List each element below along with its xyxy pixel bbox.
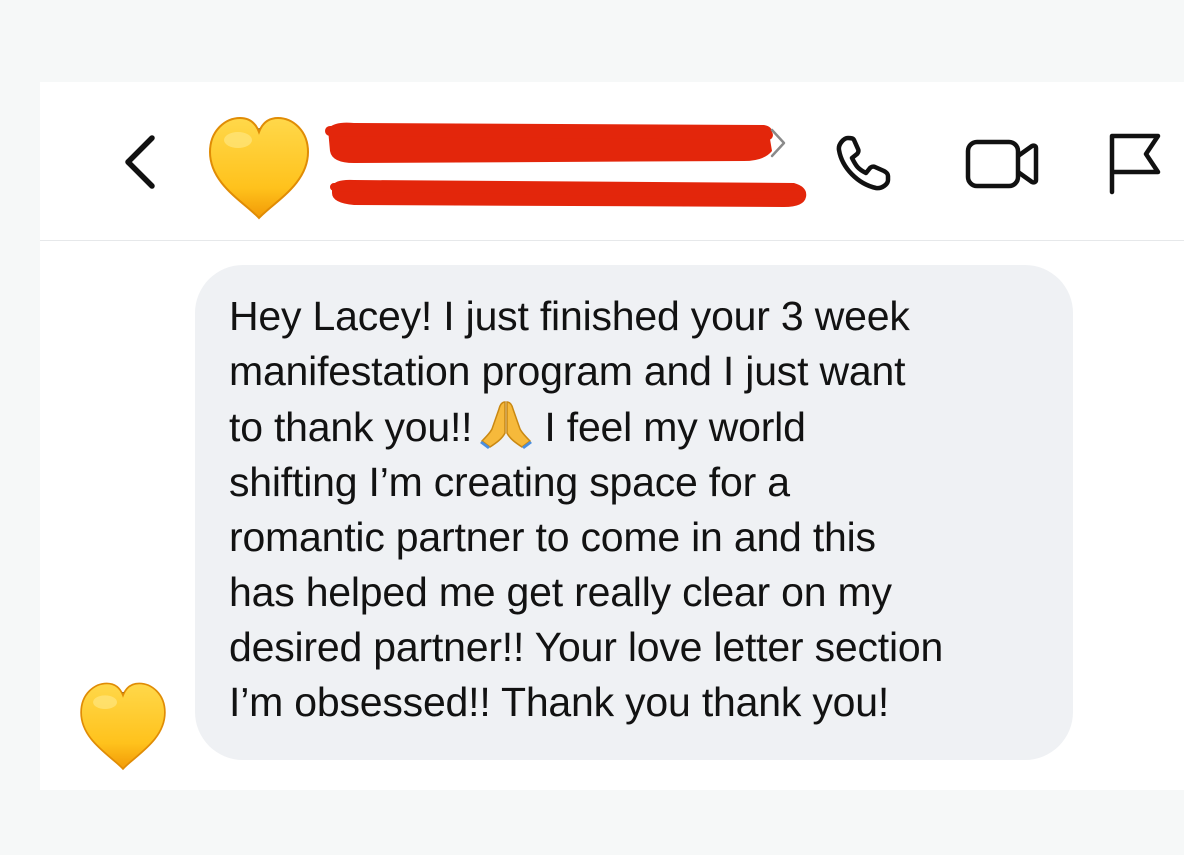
- flag-icon: [1109, 133, 1161, 195]
- profile-details-button[interactable]: [764, 126, 790, 160]
- video-call-button[interactable]: [962, 128, 1039, 198]
- report-button[interactable]: [1100, 128, 1170, 198]
- chevron-left-icon: [125, 135, 155, 189]
- conversation-header: [40, 82, 1184, 241]
- message-text: Hey Lacey! I just finished your 3 week m…: [229, 289, 1043, 730]
- video-camera-icon: [965, 139, 1039, 189]
- conversation-screen: Hey Lacey! I just finished your 3 week m…: [40, 82, 1184, 790]
- profile-avatar[interactable]: [204, 114, 314, 224]
- yellow-heart-icon: [208, 116, 310, 220]
- chevron-right-icon: [770, 128, 786, 158]
- yellow-heart-icon: [80, 682, 166, 771]
- audio-call-button[interactable]: [830, 128, 900, 198]
- redacted-username: [324, 117, 824, 217]
- message-text-part-2: I feel my world shifting I’m creating sp…: [229, 404, 944, 725]
- message-row: Hey Lacey! I just finished your 3 week m…: [40, 240, 1184, 790]
- message-bubble[interactable]: Hey Lacey! I just finished your 3 week m…: [195, 265, 1073, 760]
- folded-hands-icon: [478, 399, 534, 449]
- sender-avatar[interactable]: [76, 680, 170, 774]
- back-button[interactable]: [118, 132, 162, 196]
- redaction-mark: [325, 122, 807, 207]
- phone-icon: [836, 135, 891, 191]
